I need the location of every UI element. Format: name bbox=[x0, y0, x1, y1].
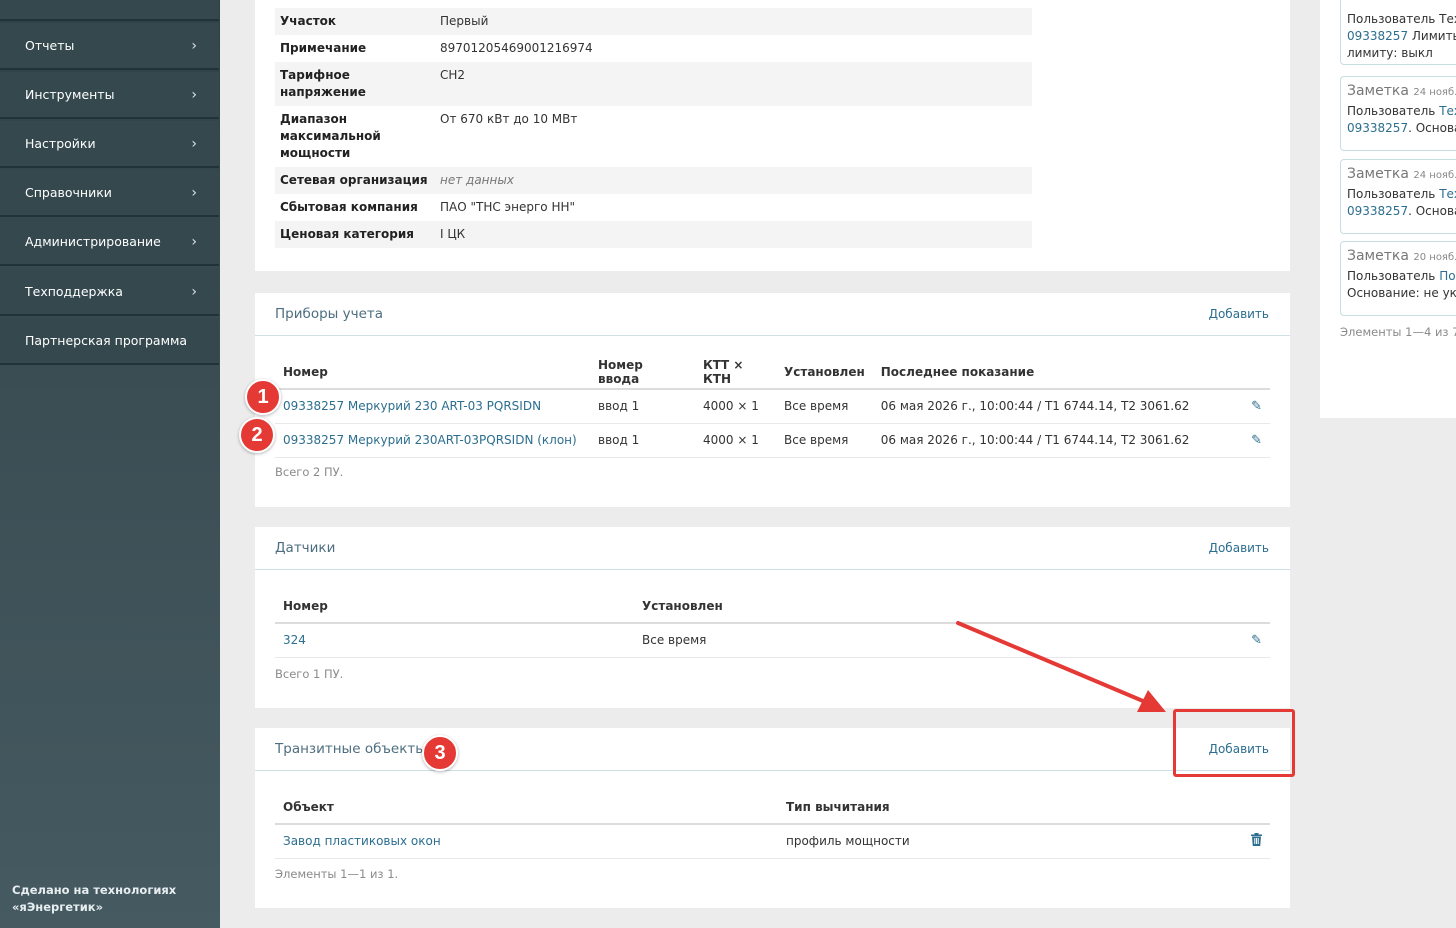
annotation-highlight-box bbox=[1173, 709, 1295, 777]
annotation-arrow bbox=[956, 621, 1166, 712]
